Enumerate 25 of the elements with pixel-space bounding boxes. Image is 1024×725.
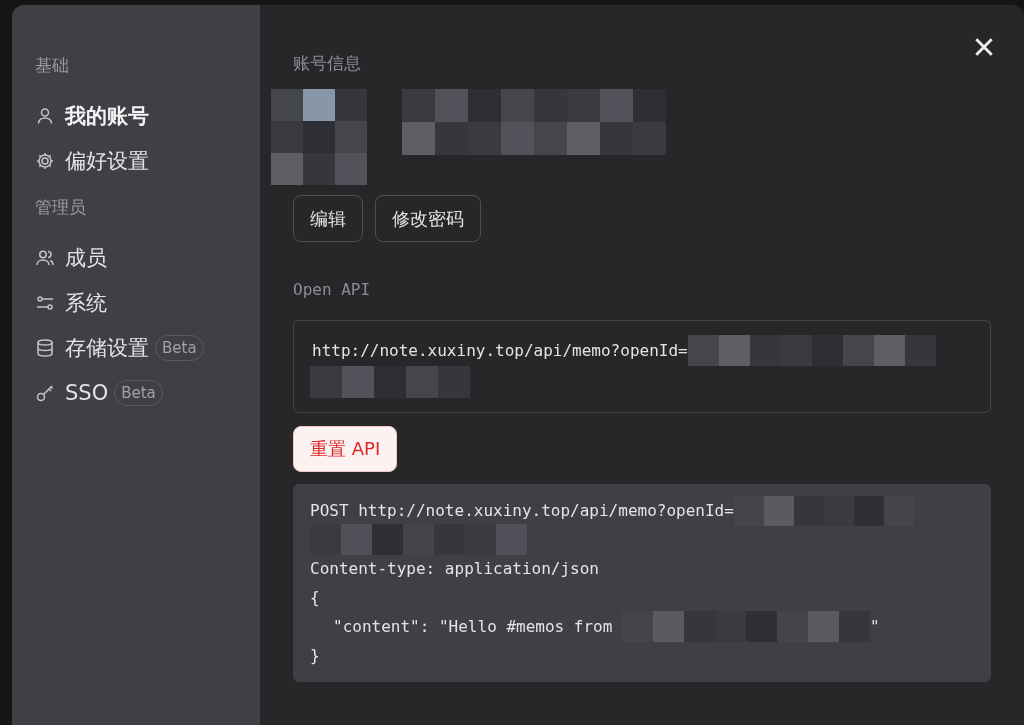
sidebar-item[interactable]: 存储设置 Beta: [35, 325, 204, 370]
outline-button[interactable]: 编辑: [293, 195, 363, 242]
code-line: {: [310, 588, 320, 607]
sidebar-item[interactable]: 系统: [35, 280, 107, 325]
code-line: "content": "Hello #memos from: [333, 617, 614, 636]
code-line: ": [870, 617, 880, 636]
close-icon: [973, 36, 995, 58]
reset-api-button[interactable]: 重置 API: [293, 426, 398, 472]
sidebar-item[interactable]: SSO Beta: [35, 370, 163, 415]
key-icon: [35, 382, 55, 403]
sidebar-item[interactable]: 偏好设置: [35, 138, 149, 183]
code-line: Content-type: application/json: [310, 559, 599, 578]
gear-icon: [35, 150, 55, 171]
outline-button[interactable]: 修改密码: [375, 195, 481, 242]
code-line: }: [310, 646, 320, 665]
section-heading: 账号信息: [293, 52, 361, 75]
sidebar-item[interactable]: 成员: [35, 235, 107, 280]
code-line: POST http://note.xuxiny.top/api/memo?openId=: [310, 501, 734, 520]
api-url: http://note.xuxiny.top/api/memo?openId=: [312, 339, 688, 362]
section-heading: 管理员: [35, 197, 86, 217]
section-heading: 基础: [35, 55, 69, 75]
section-heading: Open API: [293, 279, 371, 301]
database-icon: [35, 337, 55, 358]
user-icon: [35, 105, 55, 126]
sidebar-item[interactable]: 我的账号: [35, 93, 149, 138]
